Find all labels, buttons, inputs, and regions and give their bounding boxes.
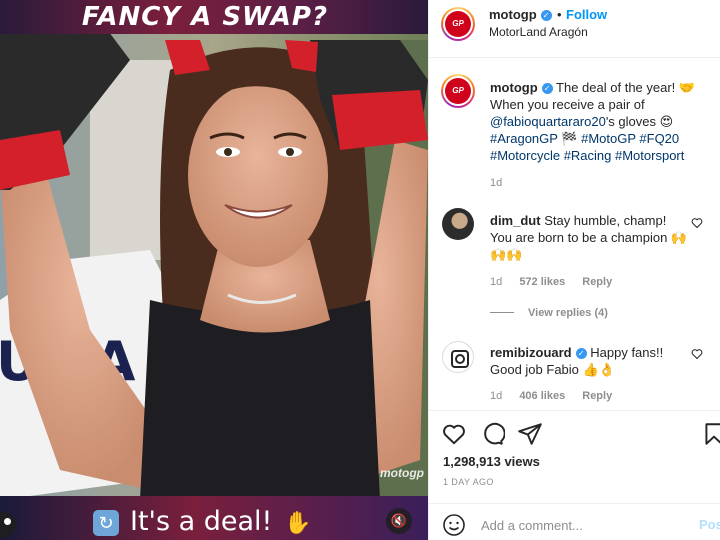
view-count[interactable]: 1,298,913 views	[443, 454, 540, 469]
comment-likes[interactable]: 406 likes	[519, 390, 565, 402]
post-header: GP motogp ✓ • Follow MotorLand Aragón	[429, 0, 720, 58]
comment-time: 1d	[490, 276, 503, 288]
heart-icon[interactable]	[441, 421, 467, 447]
caption-timestamp: 1d	[490, 177, 503, 189]
post-sidebar: GP motogp ✓ • Follow MotorLand Aragón GP …	[428, 0, 720, 540]
verified-badge-icon: ✓	[540, 10, 552, 21]
post-media[interactable]: UMA FANCY A SWAP? motogp ↻ It'	[0, 0, 428, 540]
swap-arrows-icon: ↻	[93, 510, 119, 536]
handshake-icon: ✋	[284, 510, 312, 535]
caption-text-rest: 's gloves 😍	[605, 114, 674, 129]
instagram-logo-icon[interactable]	[442, 341, 474, 373]
add-comment-bar: Post	[429, 503, 720, 540]
author-username-text[interactable]: motogp	[489, 7, 537, 22]
follow-button[interactable]: Follow	[566, 7, 607, 22]
author-username[interactable]: motogp ✓	[489, 7, 552, 22]
smiley-icon[interactable]	[442, 513, 466, 537]
post-location[interactable]: MotorLand Aragón	[489, 25, 588, 39]
reply-button[interactable]: Reply	[582, 390, 612, 402]
separator-dot: •	[557, 7, 562, 22]
author-avatar[interactable]: GP	[441, 7, 475, 41]
caption-mention[interactable]: @fabioquartararo20	[490, 114, 606, 129]
view-replies-button[interactable]: View replies (4)	[490, 307, 608, 319]
paper-plane-icon[interactable]	[517, 421, 543, 447]
comment-icon[interactable]	[479, 421, 505, 447]
verified-badge-icon: ✓	[575, 348, 587, 359]
comment-avatar[interactable]	[442, 208, 474, 240]
post-comment-button[interactable]: Post	[699, 517, 720, 532]
view-replies-label[interactable]: View replies (4)	[528, 307, 608, 319]
post-image: UMA	[0, 0, 428, 540]
caption-hashtags[interactable]: #AragonGP 🏁 #MotoGP #FQ20 #Motorcycle #R…	[490, 131, 684, 163]
reply-button[interactable]: Reply	[582, 276, 612, 288]
caption-author-avatar[interactable]: GP	[441, 74, 475, 108]
heart-icon[interactable]	[691, 217, 703, 229]
comment-meta: 1d 572 likes Reply	[490, 276, 626, 288]
replies-divider	[490, 312, 514, 313]
post-date: 1 DAY AGO	[443, 477, 494, 487]
comment-input[interactable]	[481, 514, 681, 536]
comment-time: 1d	[490, 390, 503, 402]
bookmark-icon[interactable]	[701, 421, 720, 447]
post-caption: motogp ✓ The deal of the year! 🤝 When you…	[490, 79, 712, 164]
banner-title: FANCY A SWAP?	[81, 2, 329, 32]
motogp-watermark: motogp	[380, 466, 424, 480]
caption-username[interactable]: motogp	[490, 80, 538, 95]
comment-username[interactable]: dim_dut	[490, 213, 541, 228]
speaker-muted-icon[interactable]: 🔇	[386, 508, 412, 534]
deal-caption: It's a deal!	[130, 506, 273, 537]
comment-likes[interactable]: 572 likes	[519, 276, 565, 288]
comment-meta: 1d 406 likes Reply	[490, 390, 626, 402]
comment-username[interactable]: remibizouard	[490, 345, 572, 360]
comment-item: dim_dut Stay humble, champ! You are born…	[490, 212, 690, 263]
verified-badge-icon: ✓	[541, 83, 553, 94]
heart-icon[interactable]	[691, 348, 703, 360]
comment-item: remibizouard ✓ Happy fans!! Good job Fabi…	[490, 344, 690, 378]
